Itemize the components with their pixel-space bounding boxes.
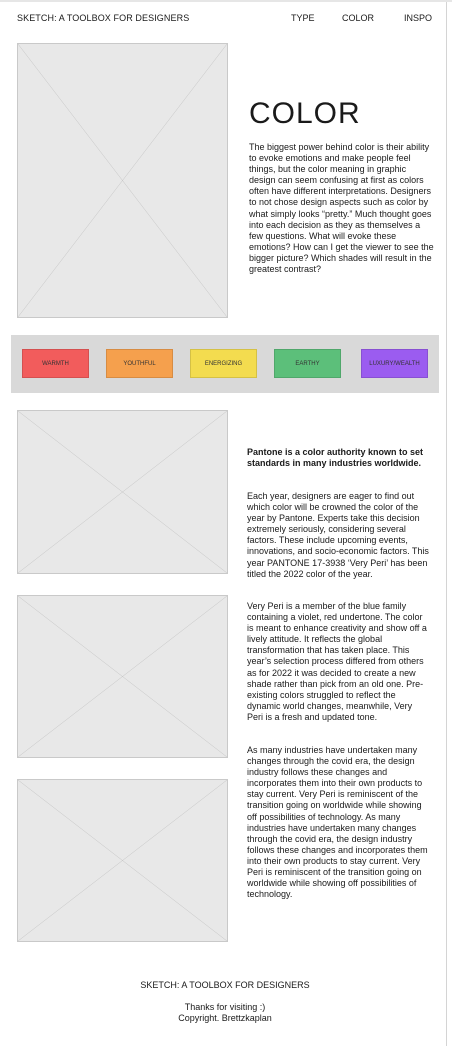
page-title: COLOR	[249, 97, 361, 130]
top-divider	[0, 0, 452, 2]
image-placeholder	[17, 595, 228, 758]
swatch-earthy[interactable]: EARTHY	[274, 349, 341, 378]
nav-link-type[interactable]: TYPE	[291, 13, 315, 23]
swatch-youthful[interactable]: YOUTHFUL	[106, 349, 173, 378]
pantone-paragraph-1: Each year, designers are eager to find o…	[247, 491, 429, 579]
footer-brand[interactable]: SKETCH: A TOOLBOX FOR DESIGNERS	[0, 980, 450, 990]
image-placeholder	[17, 410, 228, 574]
hero-image-placeholder	[17, 43, 228, 318]
color-swatch-band: WARMTH YOUTHFUL ENERGIZING EARTHY LUXURY…	[11, 335, 439, 393]
swatch-luxury-wealth[interactable]: LUXURY/WEALTH	[361, 349, 428, 378]
pantone-paragraph-2: Very Peri is a member of the blue family…	[247, 601, 427, 722]
nav-link-inspo[interactable]: INSPO	[404, 13, 432, 23]
site-brand[interactable]: SKETCH: A TOOLBOX FOR DESIGNERS	[17, 13, 189, 23]
image-placeholder	[17, 779, 228, 942]
swatch-energizing[interactable]: ENERGIZING	[190, 349, 257, 378]
pantone-lead: Pantone is a color authority known to se…	[247, 447, 424, 469]
pantone-paragraph-3: As many industries have undertaken many …	[247, 745, 428, 900]
footer-thanks: Thanks for visiting :)	[184, 1002, 266, 1012]
footer-copyright: Copyright. Brettzkaplan	[178, 1013, 272, 1023]
swatch-warmth[interactable]: WARMTH	[22, 349, 89, 378]
nav-link-color[interactable]: COLOR	[342, 13, 374, 23]
intro-paragraph: The biggest power behind color is their …	[249, 142, 434, 275]
